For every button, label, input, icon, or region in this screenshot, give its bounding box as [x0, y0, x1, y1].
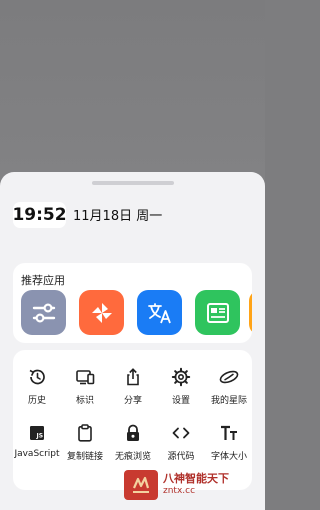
tool-settings[interactable]: 设置	[157, 362, 205, 412]
app-pinwheel[interactable]	[79, 290, 124, 335]
app-settings-sliders[interactable]	[21, 290, 66, 335]
svg-text:JS: JS	[36, 433, 44, 440]
date-label: 11月18日 周一	[73, 209, 163, 224]
tool-font-size[interactable]: 字体大小	[205, 418, 252, 468]
tool-history[interactable]: 历史	[13, 362, 61, 412]
tool-incognito[interactable]: 无痕浏览	[109, 418, 157, 468]
app-news[interactable]	[195, 290, 240, 335]
tool-label: 历史	[27, 396, 46, 406]
watermark: 八神智能天下 zntx.cc	[124, 470, 264, 500]
sliders-icon	[32, 302, 55, 323]
tools-card: 历史 标识 分享 设置 我的星际 JS JavaScript 复制链接 无痕浏览…	[13, 350, 252, 490]
tool-copy-link[interactable]: 复制链接	[61, 418, 109, 468]
history-icon	[26, 366, 48, 388]
devices-icon	[74, 366, 96, 388]
translate-icon	[147, 302, 171, 323]
tool-label: JavaScript	[14, 449, 60, 459]
tool-label: 源代码	[167, 452, 195, 462]
tool-label: 我的星际	[210, 396, 247, 406]
tool-label: 字体大小	[210, 452, 247, 462]
watermark-logo-icon	[124, 470, 158, 500]
tool-label: 无痕浏览	[114, 452, 151, 462]
tool-label: 标识	[75, 396, 94, 406]
recommended-apps-title: 推荐应用	[21, 274, 65, 287]
tool-javascript[interactable]: JS JavaScript	[13, 418, 61, 468]
lock-icon	[122, 422, 144, 444]
font-size-icon	[218, 422, 240, 444]
code-icon	[170, 422, 192, 444]
clipboard-icon	[74, 422, 96, 444]
tool-share[interactable]: 分享	[109, 362, 157, 412]
tool-label: 分享	[123, 396, 142, 406]
share-sheet: 19:52 11月18日 周一 推荐应用 历史 标识 分享 设置 我的星际 JS…	[0, 172, 265, 510]
share-icon	[122, 366, 144, 388]
newspaper-icon	[206, 302, 229, 323]
javascript-icon: JS	[26, 422, 48, 444]
pinwheel-icon	[91, 302, 112, 323]
tool-devices[interactable]: 标识	[61, 362, 109, 412]
app-translate[interactable]	[137, 290, 182, 335]
clock: 19:52	[12, 202, 67, 228]
tool-label: 设置	[171, 396, 190, 406]
app-partial[interactable]	[249, 290, 252, 335]
tool-label: 复制链接	[66, 452, 103, 462]
sheet-grabber[interactable]	[92, 181, 174, 185]
planet-icon	[218, 366, 240, 388]
watermark-url: zntx.cc	[163, 486, 196, 496]
watermark-title: 八神智能天下	[163, 472, 229, 485]
dimmed-background[interactable]	[0, 0, 265, 180]
tool-source-code[interactable]: 源代码	[157, 418, 205, 468]
recommended-apps-card: 推荐应用	[13, 263, 252, 343]
tool-my-planet[interactable]: 我的星际	[205, 362, 252, 412]
gear-icon	[170, 366, 192, 388]
